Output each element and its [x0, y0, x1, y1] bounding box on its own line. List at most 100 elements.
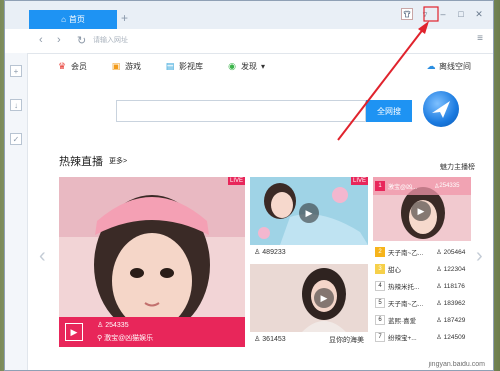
home-icon: ⌂: [61, 15, 66, 24]
rank-count-value: 205464: [443, 248, 466, 256]
user-icon: ♙: [97, 322, 106, 329]
rank-number: 3: [375, 263, 385, 274]
rank-name: 甜心: [388, 266, 401, 274]
nav-label: 游戏: [125, 62, 141, 71]
rank-name: 天子南~乙...: [388, 249, 424, 257]
room-name: 显你的海美: [329, 337, 364, 344]
play-icon[interactable]: ▶: [411, 201, 431, 221]
rank-name: 热辣米托...: [388, 283, 420, 291]
viewer-count: ♙ 361453: [254, 335, 286, 344]
nav-video[interactable]: ▤ 影视库: [165, 61, 203, 72]
rank-count: ♙ 122304: [436, 265, 466, 273]
rank-row[interactable]: 3 甜心 ♙ 122304: [373, 260, 471, 277]
offline-space-link[interactable]: ☁ 离线空间: [426, 61, 472, 72]
play-icon[interactable]: ▶: [299, 203, 319, 223]
crown-icon: ♛: [57, 61, 67, 71]
browser-window: ⌂ 首页 + ▿ – □ ✕ ‹ › ↻ 请输入网址 ≡ + ↓ ✓ ♛ 会员: [4, 0, 494, 371]
nav-games[interactable]: ▣ 游戏: [111, 61, 141, 72]
nav-label: 会员: [71, 62, 87, 71]
user-icon: ♙: [254, 249, 261, 256]
rank-count: ♙ 118176: [436, 282, 465, 290]
rank-row[interactable]: 4 热辣米托... ♙ 118176: [373, 277, 471, 294]
rank-name: 激宝@凶...: [388, 184, 418, 191]
rank-count-value: 187429: [443, 316, 466, 324]
title-bar: ⌂ 首页 + ▿ – □ ✕: [5, 1, 493, 29]
big-card-info-bar: ▶ ♙ 254335 ⚲ 激宝@凶猫娱乐: [59, 317, 245, 347]
sidebar-check-button[interactable]: ✓: [10, 133, 22, 145]
rank-row[interactable]: 6 蓝熙·喜爱 ♙ 187429: [373, 311, 471, 328]
viewer-count-value: 489233: [262, 248, 286, 256]
address-bar: ‹ › ↻ 请输入网址 ≡: [5, 29, 493, 54]
rank-count: 254335: [439, 183, 460, 189]
live-badge: LIVE: [227, 177, 245, 185]
window-controls: ▿ – □ ✕: [401, 8, 485, 20]
ranking-title: 魅力主播榜: [440, 164, 475, 171]
nav-discover[interactable]: ◉ 发现 ▾: [227, 61, 265, 72]
rank-number: 4: [375, 280, 385, 291]
menu-icon[interactable]: ▿: [419, 8, 431, 20]
rank-count-value: 124509: [443, 333, 466, 341]
viewer-count: ♙ 489233: [254, 248, 286, 257]
sidebar-download-button[interactable]: ↓: [10, 99, 22, 111]
rank-number: 1: [375, 181, 385, 191]
nav-vip[interactable]: ♛ 会员: [57, 61, 87, 72]
rank-count: ♙ 183962: [436, 299, 466, 307]
rank-number: 7: [375, 331, 385, 342]
rank-count: ♙ 124509: [436, 333, 466, 341]
shirt-icon[interactable]: [401, 8, 413, 20]
rank-row[interactable]: 7 纷辣宝+... ♙ 124509: [373, 328, 471, 345]
viewer-count-value: 254335: [105, 322, 129, 329]
rank-name: 蓝熙·喜爱: [388, 317, 417, 325]
more-link[interactable]: 更多>: [109, 156, 127, 166]
rank-count: ♙ 205464: [436, 248, 466, 256]
user-icon: ♙: [254, 336, 261, 343]
sidebar-add-button[interactable]: +: [10, 65, 22, 77]
live-badge: LIVE: [350, 177, 368, 185]
rank-number: 2: [375, 246, 385, 257]
play-icon[interactable]: ▶: [65, 323, 83, 341]
nav-links: ♛ 会员 ▣ 游戏 ▤ 影视库 ◉ 发现 ▾: [57, 61, 265, 72]
close-icon[interactable]: ✕: [473, 8, 485, 20]
nav-label: 发现: [241, 62, 257, 71]
viewer-count-value: 361453: [262, 335, 286, 343]
search-input[interactable]: [116, 100, 366, 122]
tab-label: 首页: [68, 15, 85, 24]
address-input[interactable]: 请输入网址: [93, 34, 453, 48]
next-arrow-icon[interactable]: ›: [476, 245, 483, 268]
game-icon: ▣: [111, 61, 121, 71]
rank-count-value: 183962: [443, 299, 466, 307]
prev-arrow-icon[interactable]: ‹: [39, 245, 46, 268]
big-live-card[interactable]: LIVE ▶ ♙ 254335 ⚲ 激宝@凶猫娱乐: [59, 177, 245, 347]
cloud-icon: ☁: [426, 61, 436, 71]
rank-count-value: 118176: [443, 282, 465, 290]
search-button[interactable]: 全网搜: [366, 100, 412, 122]
maximize-icon[interactable]: □: [455, 8, 467, 20]
ranking-top-card[interactable]: 1 激宝@凶... ♙ 254335 ▶: [373, 177, 471, 241]
video-icon: ▤: [165, 61, 175, 71]
offline-label: 离线空间: [439, 62, 471, 71]
ranking-list: 2 天子南~乙... ♙ 205464 3 甜心 ♙ 122304 4 热辣米托…: [373, 243, 471, 345]
nav-label: 影视库: [179, 62, 203, 71]
tab-home[interactable]: ⌂ 首页: [29, 10, 117, 29]
back-button[interactable]: ‹: [39, 34, 43, 46]
rank-row[interactable]: 5 天子南~乙... ♙ 183962: [373, 294, 471, 311]
streamer-photo: [250, 264, 368, 332]
live-card-top[interactable]: LIVE ▶ ♙ 489233: [250, 177, 368, 261]
minimize-icon[interactable]: –: [437, 8, 449, 20]
rank-row[interactable]: 2 天子南~乙... ♙ 205464: [373, 243, 471, 260]
room-name: ⚲ 激宝@凶猫娱乐: [97, 333, 153, 343]
room-name-value: 激宝@凶猫娱乐: [104, 335, 154, 342]
rank-count-value: 122304: [443, 265, 466, 273]
address-menu-icon[interactable]: ≡: [477, 33, 483, 44]
play-icon[interactable]: ▶: [314, 288, 334, 308]
new-tab-button[interactable]: +: [121, 12, 128, 24]
logo: [423, 91, 459, 127]
chevron-down-icon: ▾: [261, 62, 266, 71]
live-card-bottom[interactable]: ▶ ♙ 361453 显你的海美: [250, 264, 368, 347]
forward-button[interactable]: ›: [57, 34, 61, 46]
watermark: jingyan.baidu.com: [428, 361, 485, 368]
rank-number: 6: [375, 314, 385, 325]
ranking-top-row: 1 激宝@凶... ♙ 254335: [373, 177, 471, 195]
refresh-button[interactable]: ↻: [77, 34, 86, 47]
section-title: 热辣直播: [59, 156, 103, 168]
